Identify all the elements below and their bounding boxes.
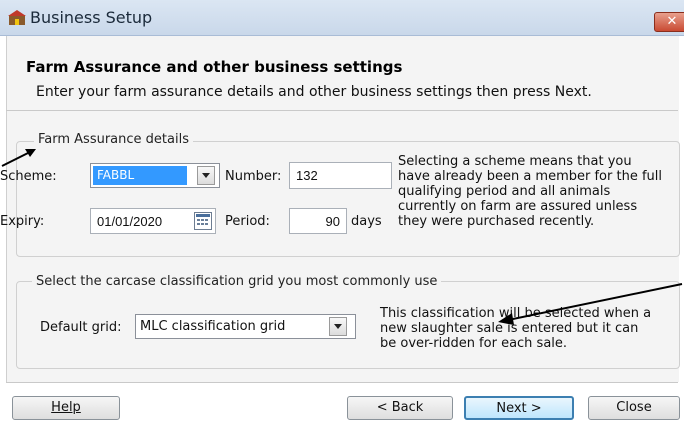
- close-button[interactable]: Close: [588, 396, 680, 420]
- chevron-down-icon: [202, 173, 210, 178]
- note-line: Selecting a scheme means that you: [398, 154, 632, 169]
- calendar-icon[interactable]: [194, 212, 212, 230]
- period-field[interactable]: [289, 208, 347, 234]
- expiry-label: Expiry:: [0, 214, 45, 229]
- header-divider: [6, 110, 678, 111]
- note-line: currently on farm are assured unless: [398, 199, 638, 214]
- farm-assurance-note: Selecting a scheme means that you have a…: [398, 154, 662, 229]
- window-title: Business Setup: [30, 8, 153, 27]
- period-label: Period:: [225, 214, 270, 229]
- title-bar: Business Setup ✕: [0, 0, 684, 36]
- calendar-grid-icon: [196, 214, 210, 225]
- number-label: Number:: [225, 169, 282, 184]
- classification-group-title: Select the carcase classification grid y…: [32, 274, 442, 289]
- period-unit: days: [351, 214, 382, 229]
- default-grid-selected-value: MLC classification grid: [140, 319, 286, 334]
- note-line: have already been a member for the full: [398, 169, 662, 184]
- farm-assurance-group-title: Farm Assurance details: [34, 132, 193, 147]
- annotation-arrow-right: [498, 283, 683, 325]
- scheme-label: Scheme:: [0, 169, 57, 184]
- page-subtitle: Enter your farm assurance details and ot…: [36, 84, 592, 100]
- note-line: they were purchased recently.: [398, 214, 595, 229]
- scheme-dropdown[interactable]: FABBL: [90, 163, 220, 188]
- scheme-dropdown-button[interactable]: [197, 166, 215, 185]
- window-close-button[interactable]: ✕: [654, 12, 684, 32]
- back-button[interactable]: < Back: [347, 396, 453, 420]
- note-line: be over-ridden for each sale.: [380, 336, 568, 351]
- help-button[interactable]: Help: [12, 396, 120, 420]
- default-grid-label: Default grid:: [40, 320, 122, 335]
- help-button-label: Help: [51, 400, 81, 415]
- annotation-arrow-left: [1, 149, 36, 167]
- note-line: qualifying period and all animals: [398, 184, 611, 199]
- scheme-selected-value: FABBL: [93, 166, 187, 185]
- farm-app-icon: [8, 10, 26, 25]
- page-title: Farm Assurance and other business settin…: [26, 58, 403, 76]
- business-setup-window: Business Setup ✕ Farm Assurance and othe…: [0, 0, 684, 426]
- default-grid-dropdown[interactable]: MLC classification grid: [135, 314, 356, 339]
- footer-divider: [6, 382, 678, 383]
- next-button[interactable]: Next >: [464, 396, 574, 420]
- number-field[interactable]: [289, 162, 392, 189]
- chevron-down-icon: [334, 324, 342, 329]
- default-grid-dropdown-button[interactable]: [329, 317, 347, 336]
